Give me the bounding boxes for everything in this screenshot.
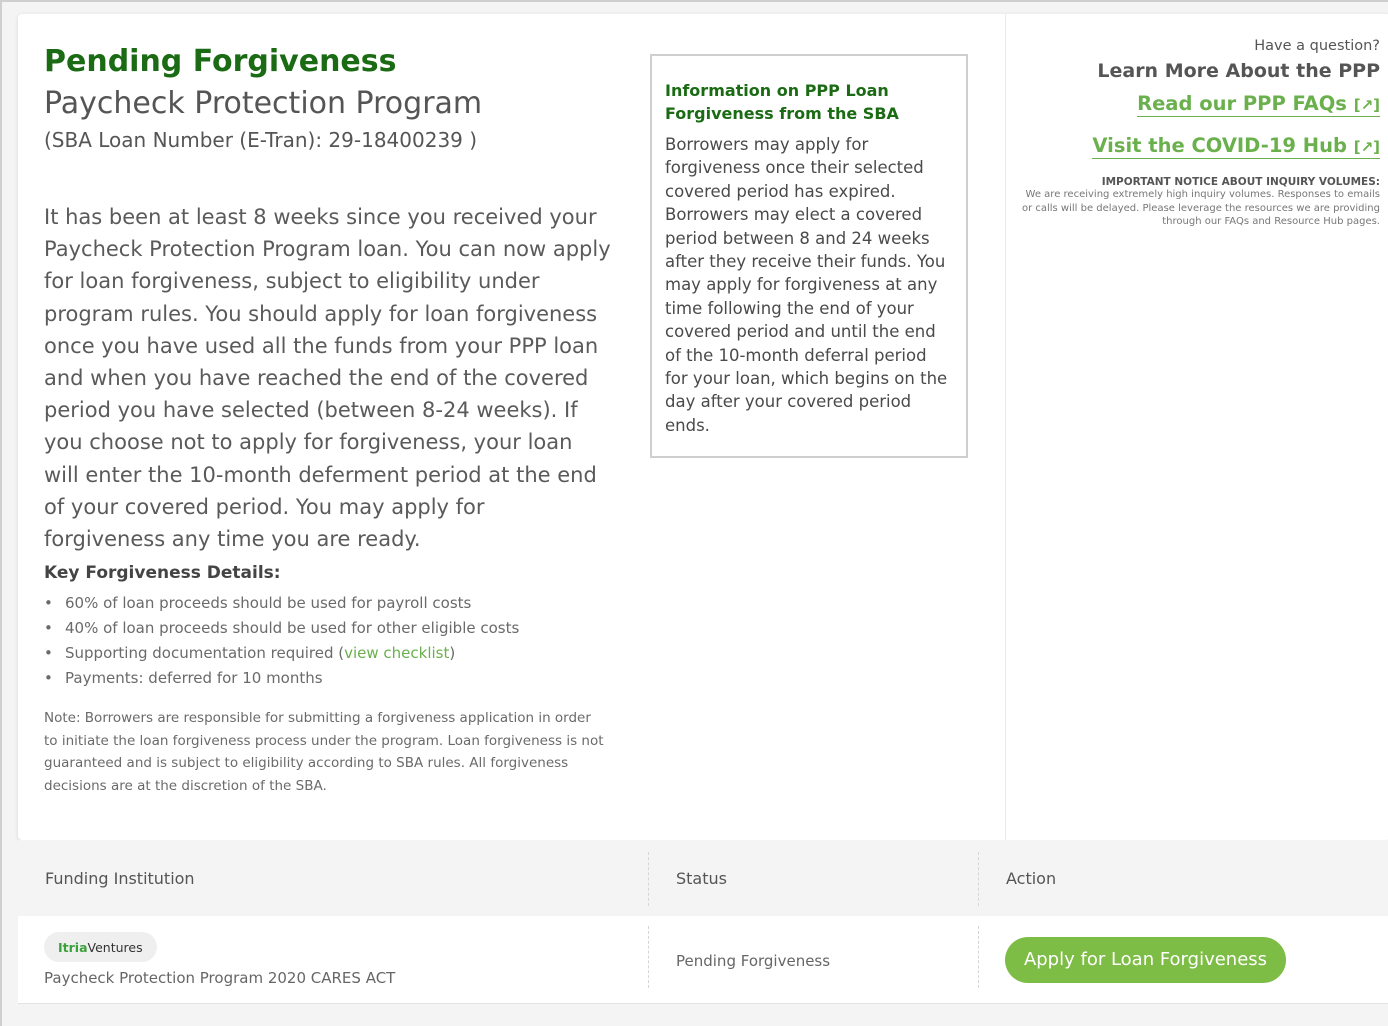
column-separator: [648, 852, 649, 906]
help-sidebar: Have a question? Learn More About the PP…: [1020, 38, 1380, 229]
list-item-text: 40% of loan proceeds should be used for …: [65, 619, 520, 637]
lender-logo-part1: Itria: [58, 939, 88, 955]
column-separator: [978, 926, 979, 988]
inquiry-notice-heading: IMPORTANT NOTICE ABOUT INQUIRY VOLUMES:: [1101, 176, 1380, 188]
column-header-action: Action: [1006, 869, 1057, 888]
ppp-faqs-link-label: Read our PPP FAQs: [1137, 92, 1347, 115]
column-divider: [1005, 14, 1006, 840]
loan-status: Pending Forgiveness: [676, 952, 831, 970]
info-box-title: Information on PPP Loan Forgiveness from…: [665, 81, 899, 123]
ppp-faqs-link[interactable]: Read our PPP FAQs [↗]: [1137, 92, 1380, 117]
key-details-heading: Key Forgiveness Details:: [44, 563, 281, 583]
list-item: • Payments: deferred for 10 months: [44, 669, 323, 687]
inquiry-notice-body: We are receiving extremely high inquiry …: [1021, 189, 1380, 227]
intro-text: It has been at least 8 weeks since you r…: [44, 205, 611, 552]
status-title: Pending Forgiveness: [44, 44, 397, 79]
list-item: • 40% of loan proceeds should be used for…: [44, 619, 520, 637]
apply-for-forgiveness-button[interactable]: Apply for Loan Forgiveness: [1005, 937, 1286, 983]
lender-logo: Itria Ventures: [44, 932, 157, 962]
list-item-text: Payments: deferred for 10 months: [65, 669, 323, 687]
column-separator: [978, 852, 979, 906]
column-header-status: Status: [676, 869, 727, 888]
key-details-list: • 60% of loan proceeds should be used for…: [44, 591, 519, 691]
column-separator: [648, 926, 649, 988]
column-header-funding-institution: Funding Institution: [45, 869, 195, 888]
list-item: • Supporting documentation required (view…: [44, 644, 456, 662]
learn-more-heading: Learn More About the PPP: [1097, 60, 1380, 82]
covid-hub-link-label: Visit the COVID-19 Hub: [1092, 134, 1347, 157]
view-checklist-link[interactable]: view checklist: [344, 644, 449, 662]
table-row: Itria Ventures Paycheck Protection Progra…: [18, 916, 1388, 1004]
external-link-icon: [↗]: [1353, 96, 1380, 114]
list-item-text: Supporting documentation required (: [65, 644, 345, 662]
list-item-text: 60% of loan proceeds should be used for …: [65, 594, 472, 612]
question-label: Have a question?: [1254, 38, 1380, 54]
loan-program-name: Paycheck Protection Program 2020 CARES A…: [44, 969, 396, 987]
sba-info-box: Information on PPP Loan Forgiveness from…: [650, 54, 968, 458]
loans-table-header: Funding Institution Status Action: [18, 840, 1388, 916]
info-box-body: Borrowers may apply for forgiveness once…: [665, 135, 948, 435]
program-title: Paycheck Protection Program: [44, 86, 483, 121]
external-link-icon: [↗]: [1353, 138, 1380, 156]
lender-logo-part2: Ventures: [87, 939, 143, 955]
list-item-text-suffix: ): [449, 644, 456, 662]
loan-number: (SBA Loan Number (E-Tran): 29-18400239 ): [44, 128, 478, 152]
covid-hub-link[interactable]: Visit the COVID-19 Hub [↗]: [1092, 134, 1380, 159]
page-frame: Pending Forgiveness Paycheck Protection …: [0, 0, 1388, 1026]
forgiveness-card: Pending Forgiveness Paycheck Protection …: [18, 14, 1388, 840]
list-item: • 60% of loan proceeds should be used for…: [44, 594, 472, 612]
disclaimer-note: Note: Borrowers are responsible for subm…: [44, 710, 604, 794]
